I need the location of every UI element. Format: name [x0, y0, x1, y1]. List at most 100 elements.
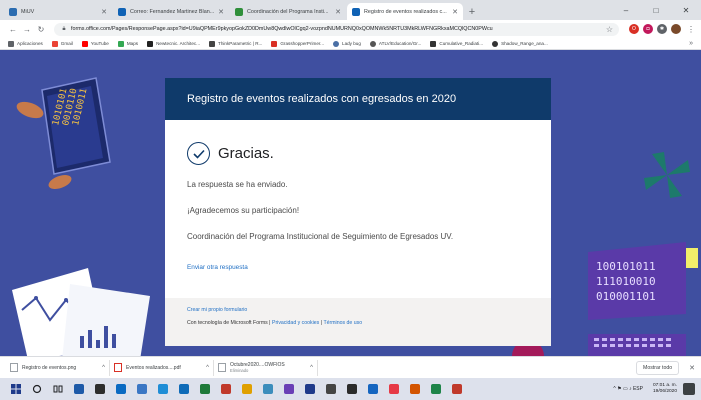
download-item[interactable]: Registro de eventos.png ^	[6, 359, 110, 376]
opera-extension-icon[interactable]: O	[629, 24, 639, 34]
start-windows-icon[interactable]	[6, 381, 25, 397]
taskbar-app-icon[interactable]	[447, 381, 466, 397]
taskbar-app-icon[interactable]	[342, 381, 361, 397]
image-file-icon	[10, 363, 18, 372]
browser-tab[interactable]: MiUV ✕	[4, 3, 112, 20]
browser-tab[interactable]: Correo: Fernandez Martinez Blan... ✕	[113, 3, 229, 20]
forward-icon[interactable]: →	[20, 25, 34, 34]
tab-close-icon[interactable]: ✕	[101, 8, 107, 16]
taskbar-app-icon[interactable]	[300, 381, 319, 397]
taskbar-app-icon[interactable]	[69, 381, 88, 397]
tab-close-icon[interactable]: ✕	[452, 8, 458, 16]
bookmark-apps[interactable]: Aplicaciones	[8, 40, 43, 47]
taskbar-app-icon[interactable]	[279, 381, 298, 397]
app-icon	[220, 384, 231, 394]
file-icon	[218, 363, 226, 372]
browser-toolbar: ← → ↻ 🔒︎ forms.office.com/Pages/Response…	[0, 20, 701, 38]
search-circle-icon[interactable]	[27, 381, 46, 397]
taskbar-app-icon[interactable]	[405, 381, 424, 397]
address-bar[interactable]: 🔒︎ forms.office.com/Pages/ResponsePage.a…	[54, 22, 619, 36]
newtecnic-icon	[147, 40, 154, 47]
back-icon[interactable]: ←	[6, 25, 20, 34]
app-icon	[409, 384, 420, 394]
minimize-button[interactable]: –	[611, 0, 641, 20]
taskbar-app-icon[interactable]	[111, 381, 130, 397]
apps-grid-icon	[8, 40, 14, 47]
download-item[interactable]: Octubre2020....OWFIOS Eliminado ^	[214, 359, 318, 376]
taskbar-app-icon[interactable]	[153, 381, 172, 397]
terms-of-use-link[interactable]: Términos de uso	[323, 320, 362, 326]
taskbar-app-icon[interactable]	[90, 381, 109, 397]
tray-icons[interactable]: ^ ⚑ ▭ ♪ ESP	[613, 386, 643, 392]
browser-tab[interactable]: Coordinación del Programa Insti... ✕	[230, 3, 346, 20]
puzzle-extension-icon[interactable]: ✱	[657, 24, 667, 34]
clock-date: 19/06/2020	[652, 389, 677, 394]
show-all-downloads-button[interactable]: Mostrar todo	[636, 360, 680, 375]
create-own-form-link[interactable]: Crear mi propio formulario	[187, 307, 247, 313]
close-window-button[interactable]: ✕	[671, 0, 701, 20]
bookmark-maps[interactable]: Maps	[117, 40, 138, 47]
taskbar-app-icon[interactable]	[174, 381, 193, 397]
tab-close-icon[interactable]: ✕	[335, 8, 341, 16]
bookmark-atlv[interactable]: ATLV/Education/Gr...	[369, 40, 421, 47]
binary-right-line: 010001101	[596, 290, 656, 303]
bookmark-shadow-range[interactable]: Shadow_Range_ana...	[492, 40, 548, 47]
tab-title: Correo: Fernandez Martinez Blan...	[130, 8, 215, 15]
checkmark-icon	[187, 142, 210, 165]
bookmark-ladybug[interactable]: Lady bug	[333, 40, 361, 47]
taskbar-app-icon[interactable]	[384, 381, 403, 397]
notifications-icon[interactable]	[683, 383, 695, 395]
bookmarks-more-icon[interactable]: »	[689, 40, 693, 47]
tab-title: Coordinación del Programa Insti...	[247, 8, 329, 15]
downloads-bar: Registro de eventos.png ^ Eventos realiz…	[0, 356, 701, 378]
bookmark-gmail[interactable]: Gmail	[51, 40, 73, 47]
chevron-up-icon[interactable]: ^	[206, 365, 209, 371]
download-item[interactable]: Eventos realizados....pdf ^	[110, 359, 214, 376]
maximize-button[interactable]: □	[641, 0, 671, 20]
chevron-up-icon[interactable]: ^	[102, 365, 105, 371]
form-header: Registro de eventos realizados con egres…	[165, 78, 551, 120]
taskbar-app-icon[interactable]	[132, 381, 151, 397]
form-footer: Crear mi propio formulario Con tecnologí…	[165, 298, 551, 346]
tab-favicon-icon	[235, 7, 243, 16]
coordination-text: Coordinación del Programa Institucional …	[187, 232, 454, 241]
taskbar-app-icon[interactable]	[321, 381, 340, 397]
send-another-response-link[interactable]: Enviar otra respuesta	[187, 264, 248, 271]
privacy-cookies-link[interactable]: Privacidad y cookies	[272, 320, 319, 326]
taskbar-app-icon[interactable]	[363, 381, 382, 397]
browser-menu-icon[interactable]: ⋮	[687, 25, 695, 34]
bookmark-newtecnic[interactable]: Newtecnic. Architec...	[147, 40, 200, 47]
taskbar-app-icon[interactable]	[216, 381, 235, 397]
appreciation-text: ¡Agradecemos su participación!	[187, 206, 300, 215]
app-icon	[241, 384, 252, 394]
app-icon	[451, 384, 462, 394]
taskbar-app-icon[interactable]	[426, 381, 445, 397]
profile-avatar-icon[interactable]	[671, 24, 681, 34]
close-downloads-icon[interactable]: ✕	[689, 364, 695, 372]
chevron-up-icon[interactable]: ^	[310, 365, 313, 371]
response-sent-text: La respuesta se ha enviado.	[187, 180, 288, 189]
cumulative-icon	[430, 40, 437, 47]
bookmark-thinkparametric[interactable]: ThinkParametric | R...	[209, 40, 262, 47]
binary-screen-illustration: 100101011 111010010 010001101	[588, 242, 686, 356]
reload-icon[interactable]: ↻	[34, 25, 48, 34]
download-filename: Eventos realizados....pdf	[126, 364, 181, 371]
bookmark-youtube[interactable]: YouTube	[81, 40, 109, 47]
new-tab-button[interactable]: +	[464, 3, 480, 20]
tab-favicon-icon	[118, 7, 126, 16]
bookmark-cumulative[interactable]: Cumulative_Radiati...	[430, 40, 483, 47]
taskbar-app-icon[interactable]	[237, 381, 256, 397]
tab-close-icon[interactable]: ✕	[218, 8, 224, 16]
shield-extension-icon[interactable]: ◘	[643, 24, 653, 34]
taskbar-app-icon[interactable]	[258, 381, 277, 397]
browser-tab-active[interactable]: Registro de eventos realizados c... ✕	[347, 3, 463, 20]
bookmark-star-icon[interactable]: ☆	[606, 25, 613, 34]
app-icon	[430, 384, 441, 394]
task-view-icon[interactable]	[48, 381, 67, 397]
binary-right-line: 111010010	[596, 275, 656, 288]
clock[interactable]: 07:01 a. m. 19/06/2020	[653, 383, 677, 395]
tab-title: MiUV	[21, 8, 35, 15]
download-status: Eliminado	[230, 367, 249, 373]
bookmark-grasshopper[interactable]: GrasshopperPrimer...	[271, 40, 324, 47]
taskbar-app-icon[interactable]	[195, 381, 214, 397]
